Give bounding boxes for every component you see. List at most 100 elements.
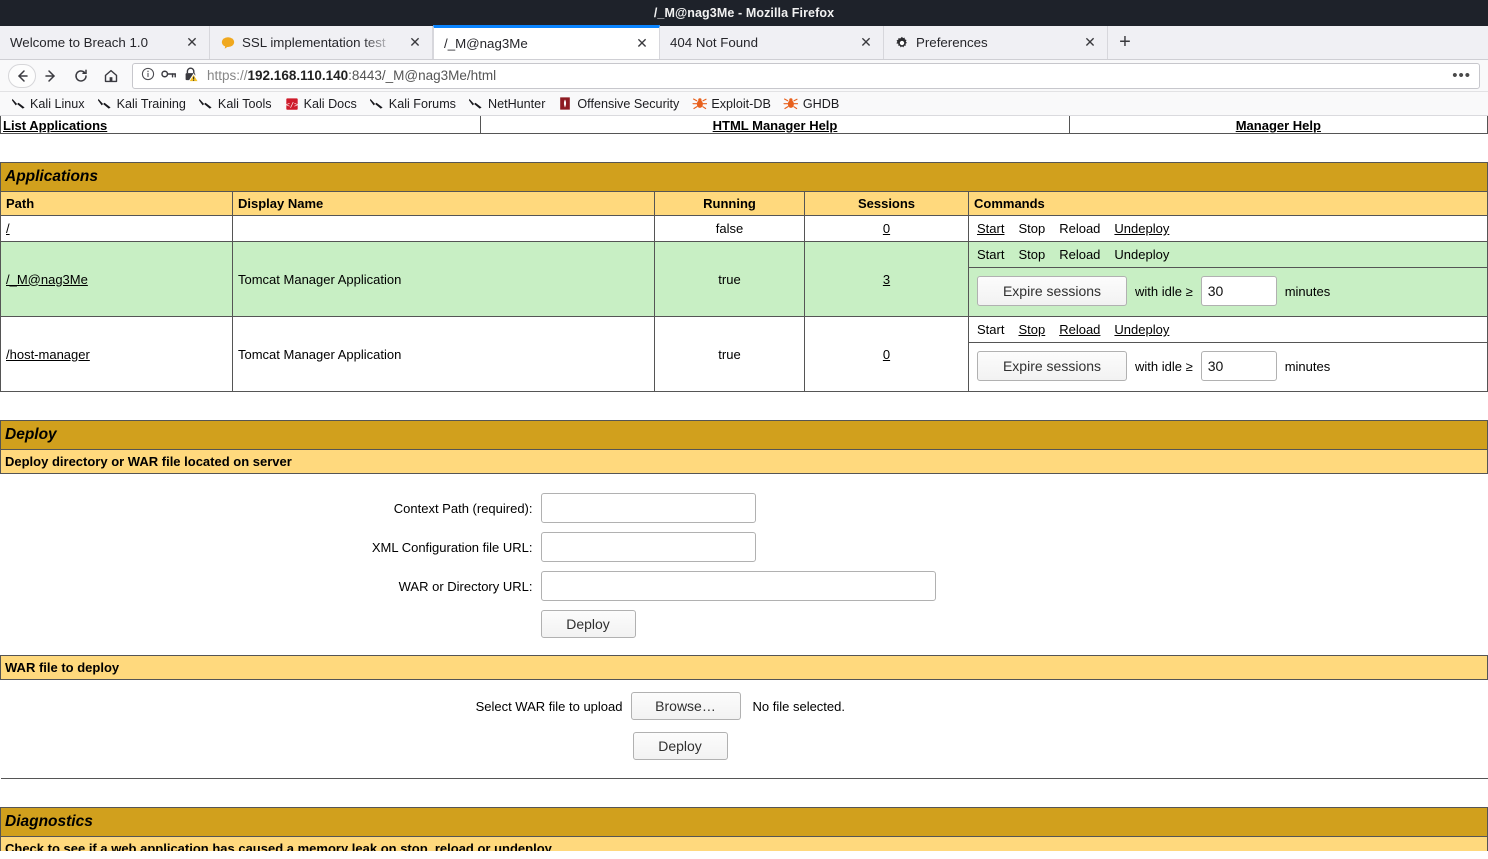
tab-ssl-implementation-test[interactable]: SSL implementation test ✕ — [210, 26, 433, 59]
app-display-name-cell: Tomcat Manager Application — [232, 241, 655, 317]
tab-manager-active[interactable]: /_M@nag3Me ✕ — [433, 25, 660, 59]
list-applications-link[interactable]: List Applications — [3, 118, 107, 133]
command-stop[interactable]: Stop — [1018, 322, 1045, 337]
expire-idle-minutes-input[interactable] — [1200, 351, 1277, 381]
app-sessions-link[interactable]: 0 — [883, 347, 890, 362]
app-running-cell: true — [654, 241, 805, 317]
tab-strip: Welcome to Breach 1.0 ✕ SSL implementati… — [0, 25, 1488, 60]
xml-config-label: XML Configuration file URL: — [371, 539, 533, 555]
app-commands-cell: Start Stop Reload Undeploy Expire sessions … — [968, 316, 1488, 392]
url-path: :8443/_M@nag3Me/html — [348, 68, 497, 83]
war-url-input[interactable] — [540, 571, 936, 601]
command-undeploy[interactable]: Undeploy — [1114, 322, 1169, 337]
bookmark-exploit-db[interactable]: Exploit-DB — [685, 94, 777, 114]
app-sessions-link[interactable]: 3 — [883, 272, 890, 287]
command-reload-disabled: Reload — [1059, 221, 1101, 236]
bookmark-offensive-security[interactable]: Offensive Security — [551, 94, 685, 114]
dragon-icon — [97, 96, 113, 112]
expire-suffix-label: minutes — [1284, 283, 1331, 299]
app-path-link[interactable]: /_M@nag3Me — [6, 272, 88, 287]
bookmark-nethunter[interactable]: NetHunter — [462, 94, 551, 114]
expire-idle-minutes-input[interactable] — [1200, 276, 1277, 306]
close-icon[interactable]: ✕ — [1081, 34, 1099, 52]
app-path-link[interactable]: / — [6, 221, 10, 236]
page-info-icon[interactable] — [141, 67, 155, 84]
war-upload-deploy-row: Deploy — [1, 726, 1488, 778]
app-display-name-cell: Tomcat Manager Application — [232, 316, 655, 392]
bookmark-kali-forums[interactable]: Kali Forums — [363, 94, 462, 114]
bookmark-label: Kali Training — [116, 96, 186, 111]
close-icon[interactable]: ✕ — [633, 35, 651, 53]
close-icon[interactable]: ✕ — [857, 34, 875, 52]
context-path-row: Context Path (required): — [1, 493, 1488, 523]
table-row: /_M@nag3Me Tomcat Manager Application tr… — [0, 241, 1488, 317]
war-upload-row: Select WAR file to upload Browse… No fil… — [0, 679, 1488, 779]
context-path-input[interactable] — [540, 493, 756, 523]
offsec-logo-icon — [557, 96, 573, 112]
deploy-button-row: Deploy — [1, 610, 1488, 638]
tab-title: Welcome to Breach 1.0 — [10, 35, 148, 50]
manager-help-link[interactable]: Manager Help — [1236, 118, 1321, 133]
war-upload-select-row: Select WAR file to upload Browse… No fil… — [1, 680, 1488, 726]
app-commands-cell: Start Stop Reload Undeploy — [968, 215, 1488, 242]
bookmark-label: GHDB — [802, 96, 840, 111]
svg-text:</>: </> — [285, 100, 298, 108]
html-manager-help-link[interactable]: HTML Manager Help — [713, 118, 838, 133]
tab-preferences[interactable]: Preferences ✕ — [884, 26, 1108, 59]
command-start[interactable]: Start — [977, 221, 1004, 236]
close-icon[interactable]: ✕ — [406, 34, 424, 52]
manager-nav-table: List Applications HTML Manager Help Mana… — [0, 116, 1488, 134]
nav-cell-html-manager-help: HTML Manager Help — [480, 116, 1070, 134]
address-bar[interactable]: https://192.168.110.140:8443/_M@nag3Me/h… — [132, 62, 1480, 89]
deploy-table: Deploy Deploy directory or WAR file loca… — [0, 420, 1488, 779]
command-start-disabled: Start — [977, 247, 1005, 262]
command-links: Start Stop Reload Undeploy — [969, 242, 1487, 268]
tab-404-not-found[interactable]: 404 Not Found ✕ — [660, 26, 884, 59]
home-button[interactable] — [96, 62, 126, 90]
url-host: 192.168.110.140 — [247, 68, 349, 83]
app-sessions-link[interactable]: 0 — [883, 221, 890, 236]
reload-button[interactable] — [66, 62, 96, 90]
app-path-link[interactable]: /host-manager — [6, 347, 90, 362]
bookmark-label: Kali Linux — [30, 96, 85, 111]
insecure-lock-warning-icon[interactable] — [183, 67, 200, 85]
deploy-button[interactable]: Deploy — [540, 610, 636, 638]
expire-sessions-button[interactable]: Expire sessions — [977, 276, 1127, 306]
diagnostics-subtitle-row: Check to see if a web application has ca… — [0, 836, 1488, 851]
section-gap — [0, 134, 1488, 162]
new-tab-button[interactable]: + — [1108, 26, 1142, 59]
speech-bubble-icon — [220, 35, 236, 51]
browse-button[interactable]: Browse… — [630, 692, 741, 720]
back-button[interactable] — [8, 63, 36, 88]
site-identity-icons — [141, 67, 200, 85]
app-path-cell: / — [0, 215, 233, 242]
bookmark-kali-linux[interactable]: Kali Linux — [4, 94, 91, 114]
applications-section-header-row: Applications — [0, 162, 1488, 192]
expire-suffix-label: minutes — [1284, 358, 1331, 374]
command-reload[interactable]: Reload — [1059, 322, 1100, 337]
deploy-server-form: Context Path (required): XML Configurati… — [0, 474, 1488, 655]
tab-title: 404 Not Found — [670, 35, 758, 50]
window-title: /_M@nag3Me - Mozilla Firefox — [653, 6, 835, 20]
no-file-selected-text: No file selected. — [752, 698, 846, 714]
xml-config-row: XML Configuration file URL: — [1, 532, 1488, 562]
deploy-form-cell: Context Path (required): XML Configurati… — [0, 473, 1488, 656]
section-gap — [0, 392, 1488, 420]
expire-sessions-button[interactable]: Expire sessions — [977, 351, 1127, 381]
login-key-icon[interactable] — [161, 67, 177, 84]
bookmark-ghdb[interactable]: GHDB — [777, 94, 845, 114]
app-sessions-cell: 0 — [804, 316, 969, 392]
command-undeploy[interactable]: Undeploy — [1114, 221, 1169, 236]
diagnostics-table: Diagnostics Check to see if a web applic… — [0, 807, 1488, 851]
navigation-toolbar: https://192.168.110.140:8443/_M@nag3Me/h… — [0, 60, 1488, 92]
tab-welcome-to-breach[interactable]: Welcome to Breach 1.0 ✕ — [0, 26, 210, 59]
bookmark-kali-training[interactable]: Kali Training — [91, 94, 192, 114]
upload-deploy-button[interactable]: Deploy — [632, 732, 728, 760]
bookmark-kali-tools[interactable]: Kali Tools — [192, 94, 278, 114]
column-header-commands: Commands — [968, 191, 1488, 216]
bookmark-kali-docs[interactable]: </> Kali Docs — [278, 94, 363, 114]
forward-button[interactable] — [36, 62, 66, 90]
xml-config-input[interactable] — [540, 532, 756, 562]
page-actions-menu-icon[interactable]: ••• — [1450, 67, 1473, 84]
close-icon[interactable]: ✕ — [183, 34, 201, 52]
